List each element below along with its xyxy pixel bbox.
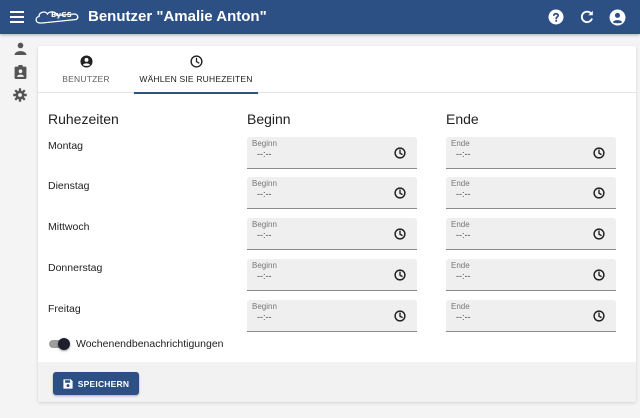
active-tab-indicator: [134, 92, 258, 94]
logo-text: ByCS: [51, 11, 73, 19]
column-header-ende: Ende: [446, 111, 479, 127]
column-header-ruhezeiten: Ruhezeiten: [48, 111, 119, 127]
app-bar: ByCS Benutzer "Amalie Anton": [0, 0, 640, 34]
field-label: Ende: [451, 220, 470, 229]
end-time-input-freitag[interactable]: Ende --:--: [446, 300, 616, 332]
day-label-freitag: Freitag: [48, 303, 81, 315]
card-actions: Speichern: [38, 362, 636, 402]
clock-icon[interactable]: [593, 147, 605, 159]
field-value: --:--: [456, 230, 471, 240]
day-label-donnerstag: Donnerstag: [48, 262, 103, 274]
account-circle-icon: [79, 55, 93, 68]
start-time-input-montag[interactable]: Beginn --:--: [247, 137, 417, 169]
field-value: --:--: [257, 230, 272, 240]
help-icon[interactable]: [547, 8, 565, 26]
clock-icon[interactable]: [394, 187, 406, 199]
field-value: --:--: [456, 312, 471, 322]
account-icon[interactable]: [608, 8, 626, 26]
field-label: Ende: [451, 261, 470, 270]
tab-benutzer[interactable]: Benutzer: [52, 46, 120, 93]
field-label: Ende: [451, 302, 470, 311]
end-time-input-dienstag[interactable]: Ende --:--: [446, 177, 616, 209]
tab-ruhezeiten[interactable]: Wählen Sie Ruhezeiten: [134, 46, 258, 94]
rest-times-card: Benutzer Wählen Sie Ruhezeiten Ruhezeite…: [38, 46, 636, 402]
weekend-notifications-label: Wochenendbenachrichtigungen: [76, 338, 224, 350]
gear-icon[interactable]: [12, 87, 28, 103]
field-value: --:--: [257, 271, 272, 281]
end-time-input-donnerstag[interactable]: Ende --:--: [446, 259, 616, 291]
field-label: Beginn: [252, 302, 277, 311]
end-time-input-mittwoch[interactable]: Ende --:--: [446, 218, 616, 250]
tab-label: Wählen Sie Ruhezeiten: [139, 74, 253, 84]
field-value: --:--: [257, 312, 272, 322]
field-value: --:--: [456, 271, 471, 281]
field-label: Beginn: [252, 220, 277, 229]
tab-label: Benutzer: [62, 74, 110, 84]
clock-icon[interactable]: [593, 269, 605, 281]
day-label-montag: Montag: [48, 140, 84, 152]
start-time-input-freitag[interactable]: Beginn --:--: [247, 300, 417, 332]
tab-bar: Benutzer Wählen Sie Ruhezeiten: [38, 46, 636, 94]
save-button[interactable]: Speichern: [53, 372, 139, 395]
column-header-beginn: Beginn: [247, 111, 291, 127]
field-value: --:--: [456, 149, 471, 159]
clock-icon[interactable]: [593, 310, 605, 322]
clock-icon[interactable]: [394, 147, 406, 159]
clock-icon[interactable]: [394, 228, 406, 240]
field-label: Ende: [451, 179, 470, 188]
menu-icon[interactable]: [9, 9, 25, 25]
field-label: Beginn: [252, 179, 277, 188]
save-button-label: Speichern: [77, 378, 130, 389]
weekend-notifications-toggle[interactable]: [48, 337, 72, 351]
day-label-mittwoch: Mittwoch: [48, 221, 90, 233]
clipboard-account-icon[interactable]: [12, 64, 28, 80]
day-label-dienstag: Dienstag: [48, 180, 90, 192]
clock-icon[interactable]: [394, 269, 406, 281]
clock-icon[interactable]: [593, 228, 605, 240]
clock-icon[interactable]: [394, 310, 406, 322]
start-time-input-donnerstag[interactable]: Beginn --:--: [247, 259, 417, 291]
bycs-logo[interactable]: ByCS: [34, 8, 80, 26]
refresh-icon[interactable]: [578, 8, 596, 26]
person-icon[interactable]: [12, 40, 28, 56]
end-time-input-montag[interactable]: Ende --:--: [446, 137, 616, 169]
field-value: --:--: [257, 149, 272, 159]
page-title: Benutzer "Amalie Anton": [88, 8, 267, 25]
floppy-disk-icon: [63, 378, 73, 389]
clock-icon[interactable]: [593, 187, 605, 199]
toggle-knob: [58, 338, 70, 350]
start-time-input-mittwoch[interactable]: Beginn --:--: [247, 218, 417, 250]
field-label: Ende: [451, 139, 470, 148]
sidebar: [0, 34, 38, 418]
field-label: Beginn: [252, 139, 277, 148]
field-value: --:--: [456, 189, 471, 199]
field-value: --:--: [257, 189, 272, 199]
clock-icon: [189, 55, 203, 68]
field-label: Beginn: [252, 261, 277, 270]
start-time-input-dienstag[interactable]: Beginn --:--: [247, 177, 417, 209]
